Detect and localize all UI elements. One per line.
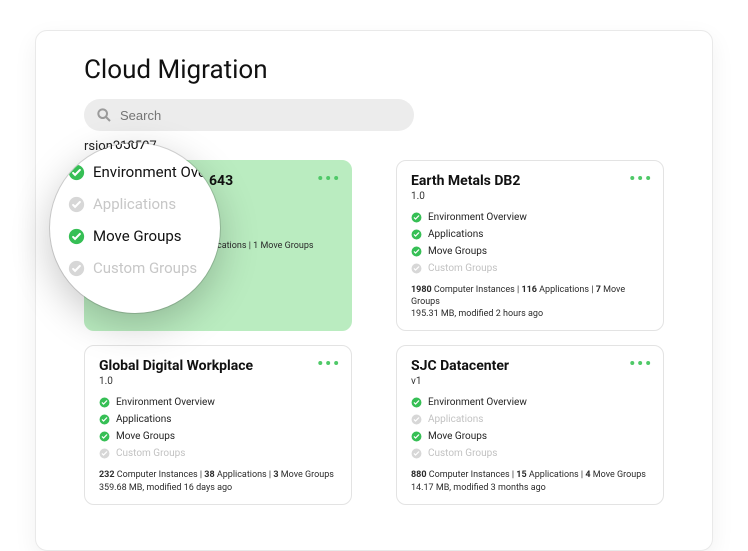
more-icon[interactable]: ••• bbox=[317, 169, 341, 188]
check-icon bbox=[99, 414, 110, 425]
more-icon[interactable]: ••• bbox=[629, 354, 653, 373]
card-title: Global Digital Workplace bbox=[99, 358, 337, 374]
check-icon bbox=[411, 397, 422, 408]
card-earth-metals[interactable]: ••• Earth Metals DB2 1.0 Environment Ove… bbox=[396, 160, 664, 331]
card-subtitle: v1 bbox=[411, 376, 649, 387]
status-item: Custom Groups bbox=[411, 263, 649, 274]
card-grid: ••• 643 cations | 1 Move Groups ••• Eart… bbox=[84, 160, 664, 505]
card-subtitle bbox=[99, 191, 337, 202]
page-title: Cloud Migration bbox=[84, 55, 664, 85]
card-meta: 232 Computer Instances | 38 Applications… bbox=[99, 469, 337, 493]
status-item: Environment Overview bbox=[411, 212, 649, 223]
version-label: rsion210507 bbox=[84, 139, 664, 154]
check-icon bbox=[411, 263, 422, 274]
more-icon[interactable]: ••• bbox=[317, 354, 341, 373]
check-icon bbox=[99, 448, 110, 459]
search-bar[interactable] bbox=[84, 99, 414, 131]
check-icon bbox=[99, 397, 110, 408]
card-status-list: Environment Overview Applications Move G… bbox=[411, 212, 649, 274]
card-status-list: Environment Overview Applications Move G… bbox=[411, 397, 649, 459]
status-item: Environment Overview bbox=[411, 397, 649, 408]
more-icon[interactable]: ••• bbox=[629, 169, 653, 188]
card-global-workplace[interactable]: ••• Global Digital Workplace 1.0 Environ… bbox=[84, 345, 352, 504]
check-icon bbox=[411, 229, 422, 240]
card-meta: cations | 1 Move Groups bbox=[99, 240, 337, 252]
check-icon bbox=[411, 431, 422, 442]
status-item: Applications bbox=[99, 414, 337, 425]
check-icon bbox=[99, 431, 110, 442]
check-icon bbox=[411, 246, 422, 257]
check-icon bbox=[411, 414, 422, 425]
card-title: SJC Datacenter bbox=[411, 358, 649, 374]
check-icon bbox=[411, 212, 422, 223]
status-item: Applications bbox=[411, 414, 649, 425]
status-item: Custom Groups bbox=[411, 448, 649, 459]
card-highlighted[interactable]: ••• 643 cations | 1 Move Groups bbox=[84, 160, 352, 331]
card-title: Earth Metals DB2 bbox=[411, 173, 649, 189]
card-meta: 880 Computer Instances | 15 Applications… bbox=[411, 469, 649, 493]
status-item: Move Groups bbox=[99, 431, 337, 442]
check-icon bbox=[411, 448, 422, 459]
search-icon bbox=[96, 107, 112, 123]
main-panel: Cloud Migration rsion210507 ••• 643 cati… bbox=[35, 30, 713, 551]
status-item: Move Groups bbox=[411, 246, 649, 257]
search-input[interactable] bbox=[120, 108, 402, 123]
status-item: Applications bbox=[411, 229, 649, 240]
card-subtitle: 1.0 bbox=[99, 376, 337, 387]
card-status-list: Environment Overview Applications Move G… bbox=[99, 397, 337, 459]
card-sjc-datacenter[interactable]: ••• SJC Datacenter v1 Environment Overvi… bbox=[396, 345, 664, 504]
status-item: Custom Groups bbox=[99, 448, 337, 459]
status-item: Move Groups bbox=[411, 431, 649, 442]
card-meta: 1980 Computer Instances | 116 Applicatio… bbox=[411, 284, 649, 320]
status-item: Environment Overview bbox=[99, 397, 337, 408]
card-subtitle: 1.0 bbox=[411, 191, 649, 202]
card-title: 643 bbox=[99, 173, 337, 189]
